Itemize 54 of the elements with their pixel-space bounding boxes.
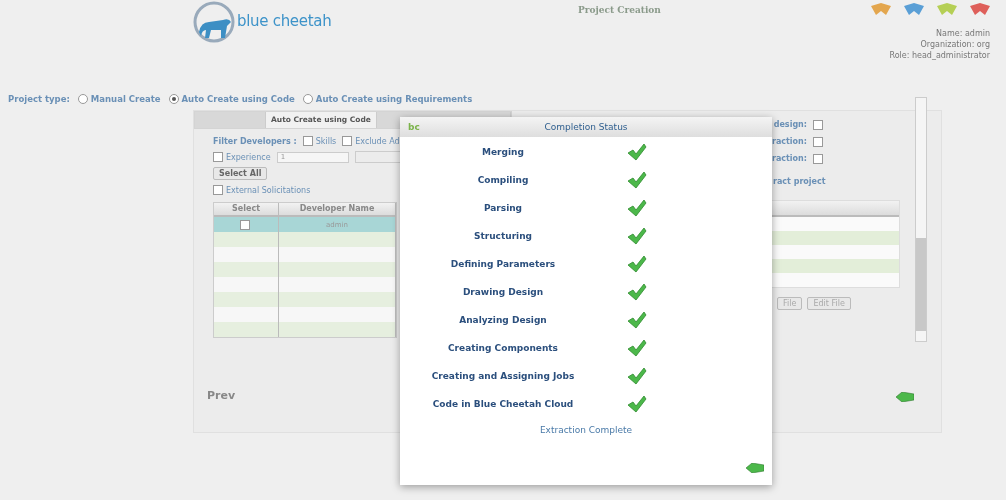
cheetah-logo-icon: [193, 0, 235, 44]
section-label: ract project: [773, 177, 826, 186]
step-label: Code in Blue Cheetah Cloud: [431, 399, 575, 409]
checkbox-label: External Solicitations: [226, 185, 311, 195]
filter-label: Filter Developers :: [213, 136, 297, 146]
dialog-logo: bc: [407, 122, 421, 132]
option-label: raction:: [771, 137, 807, 146]
step-label: Creating and Assigning Jobs: [430, 371, 576, 381]
user-info: Name: admin: [936, 28, 990, 39]
radio-button[interactable]: [168, 94, 179, 104]
option-label: raction:: [771, 154, 807, 163]
file-button[interactable]: File: [777, 297, 803, 310]
select-all-button[interactable]: Select All: [213, 167, 268, 180]
step-label: Parsing: [482, 203, 524, 213]
step-label: Merging: [481, 147, 525, 157]
status-message: Extraction Complete: [539, 425, 633, 435]
user-info: Organization: org: [920, 39, 990, 50]
checkbox[interactable]: [813, 136, 823, 147]
checkbox-label: Skills: [315, 136, 337, 146]
radio-button[interactable]: [302, 94, 313, 104]
step-label: Structuring: [472, 231, 534, 241]
checkbox[interactable]: [213, 152, 223, 162]
project-type-label: Project type:: [8, 94, 70, 104]
option-label: design:: [773, 120, 807, 129]
step-label: Analyzing Design: [458, 315, 548, 325]
arrow-icon[interactable]: [746, 463, 764, 473]
radio-label: Auto Create using Requirements: [315, 94, 473, 104]
radio-label: Auto Create using Code: [181, 94, 295, 104]
column-header: Developer Name: [279, 203, 396, 215]
checkbox[interactable]: [342, 136, 353, 146]
checkbox[interactable]: [302, 136, 313, 146]
step-label: Creating Components: [447, 343, 559, 353]
dialog-title: Completion Status: [543, 122, 629, 132]
user-info: Role: head_administrator: [889, 50, 990, 61]
checkbox-label: Experience: [226, 152, 271, 162]
nav-icon[interactable]: [970, 3, 990, 15]
checkbox[interactable]: [213, 185, 223, 195]
nav-icon[interactable]: [904, 3, 924, 15]
step-label: Defining Parameters: [449, 259, 557, 269]
logo-text: blue cheetah: [237, 12, 332, 30]
scrollbar[interactable]: [915, 97, 927, 342]
column-header: Select: [214, 203, 279, 215]
page-title: Project Creation: [578, 5, 662, 15]
row-checkbox[interactable]: [239, 219, 250, 230]
checkbox[interactable]: [813, 153, 823, 164]
radio-label: Manual Create: [90, 94, 161, 104]
radio-button[interactable]: [77, 94, 88, 104]
step-label: Drawing Design: [461, 287, 545, 297]
nav-icon[interactable]: [937, 3, 957, 15]
arrow-icon[interactable]: [896, 392, 914, 402]
checkbox-label: Exclude Ad: [355, 136, 400, 146]
checkbox[interactable]: [813, 119, 823, 130]
step-label: Compiling: [476, 175, 530, 185]
nav-icon[interactable]: [871, 3, 891, 15]
